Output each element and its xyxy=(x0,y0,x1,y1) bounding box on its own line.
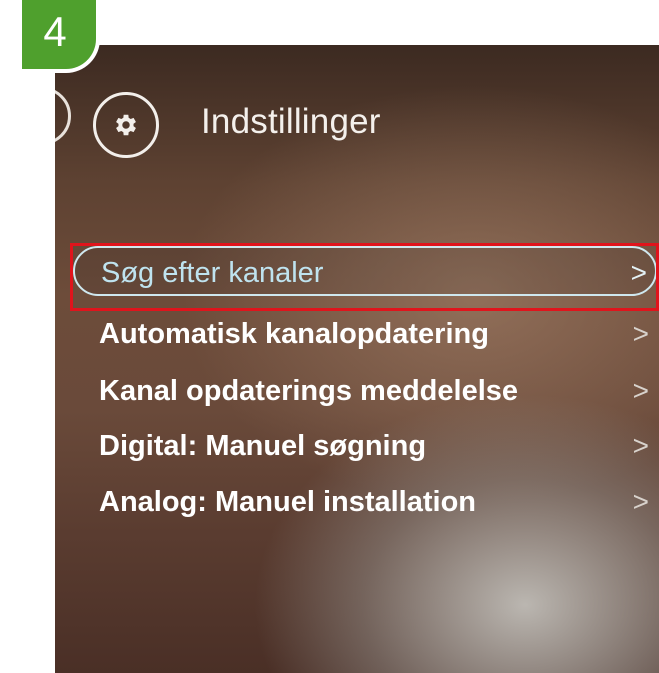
chevron-right-icon: > xyxy=(632,318,649,349)
previous-menu-icon xyxy=(55,87,71,145)
menu-item-auto-channel-update[interactable]: Automatisk kanalopdatering > xyxy=(73,309,657,359)
highlight-annotation-box xyxy=(70,243,659,311)
menu-item-label: Digital: Manuel søgning xyxy=(99,430,427,462)
menu-item-label: Automatisk kanalopdatering xyxy=(99,318,489,350)
tv-screen-photo: Indstillinger Søg efter kanaler > Automa… xyxy=(55,45,659,673)
menu-item-digital-manual-search[interactable]: Digital: Manuel søgning > xyxy=(73,421,657,471)
gear-icon xyxy=(116,114,136,136)
menu-item-label: Analog: Manuel installation xyxy=(99,486,477,518)
chevron-right-icon: > xyxy=(632,486,649,517)
step-number: 4 xyxy=(43,8,67,55)
chevron-right-icon: > xyxy=(632,375,649,406)
menu-item-analog-manual-installation[interactable]: Analog: Manuel installation > xyxy=(73,477,657,527)
settings-icon-button[interactable] xyxy=(93,92,159,158)
chevron-right-icon: > xyxy=(632,430,649,461)
menu-item-channel-update-message[interactable]: Kanal opdaterings meddelelse > xyxy=(73,366,657,416)
step-number-badge: 4 xyxy=(18,0,100,73)
page-title: Indstillinger xyxy=(201,102,381,141)
menu-item-label: Kanal opdaterings meddelelse xyxy=(99,375,519,407)
